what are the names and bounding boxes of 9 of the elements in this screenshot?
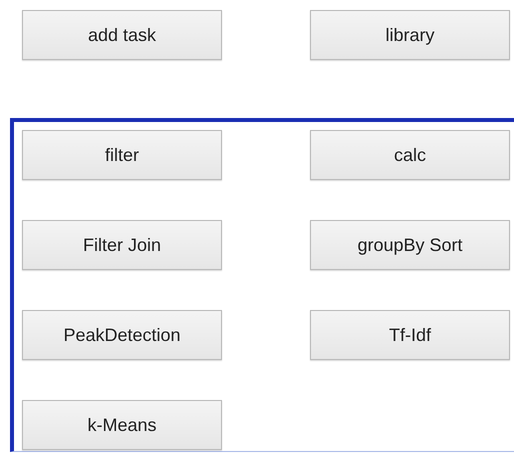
task-button[interactable]: groupBy Sort — [310, 220, 510, 270]
task-button[interactable]: Filter Join — [22, 220, 222, 270]
task-button[interactable]: filter — [22, 130, 222, 180]
task-button[interactable]: Tf-Idf — [310, 310, 510, 360]
task-button[interactable]: PeakDetection — [22, 310, 222, 360]
task-button[interactable]: add task — [22, 10, 222, 60]
task-button[interactable]: library — [310, 10, 510, 60]
task-button[interactable]: calc — [310, 130, 510, 180]
task-button[interactable]: k-Means — [22, 400, 222, 450]
